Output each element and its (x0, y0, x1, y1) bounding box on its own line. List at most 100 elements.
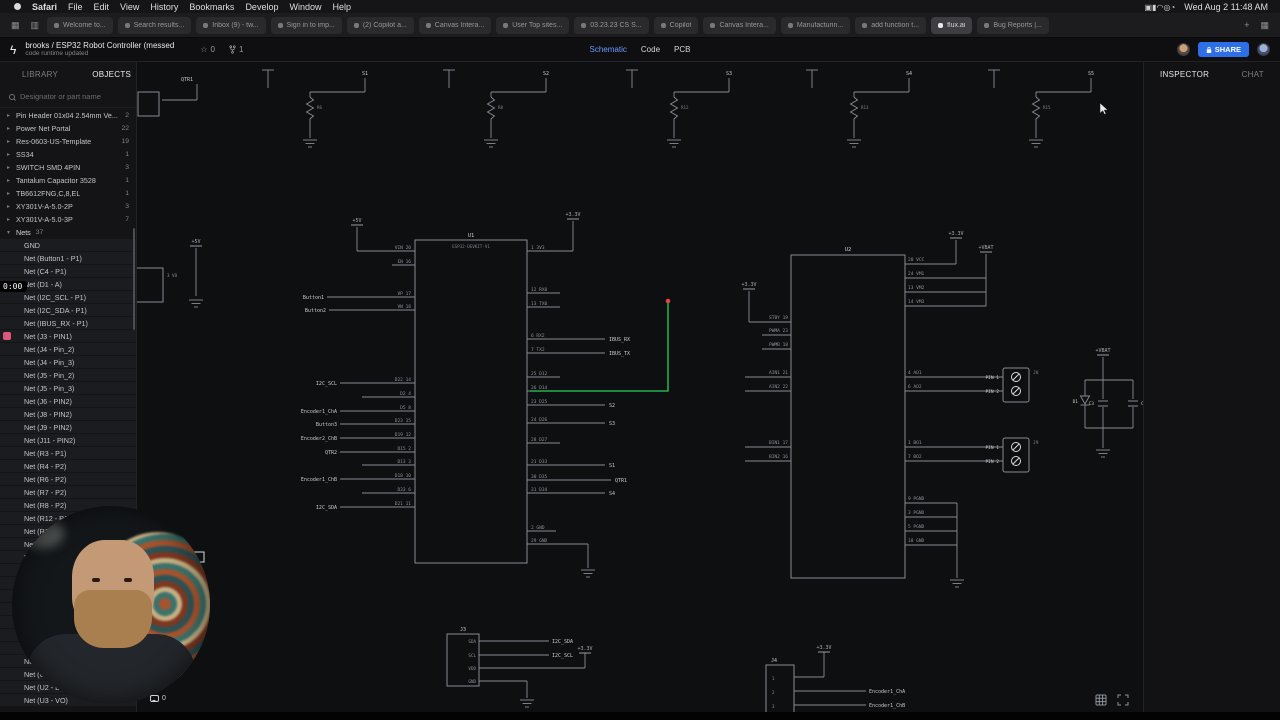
svg-text:2 GND: 2 GND (531, 525, 545, 531)
favicon (710, 22, 716, 28)
tab-inspector[interactable]: INSPECTOR (1160, 70, 1209, 79)
tab-objects[interactable]: OBJECTS (92, 70, 131, 79)
user-avatar[interactable] (1257, 43, 1270, 56)
view-tab-pcb[interactable]: PCB (674, 45, 690, 54)
object-row[interactable]: ▸ Pin Header 01x04 2.54mm Ve... 2 (0, 109, 136, 122)
canvas-tools (1095, 694, 1129, 706)
sidebar-scrollbar[interactable] (133, 228, 135, 330)
browser-tab[interactable]: Sign in to imp... (270, 16, 342, 34)
menu-item-develop[interactable]: Develop (245, 2, 278, 12)
menu-item-safari[interactable]: Safari (32, 2, 57, 12)
object-row[interactable]: ▸ SWITCH SMD 4PIN 3 (0, 161, 136, 174)
project-title[interactable]: brooks / ESP32 Robot Controller (messed (25, 41, 174, 50)
net-row[interactable]: Net (J4 - Pin_2) (0, 343, 136, 355)
browser-tab[interactable]: add function t... (855, 16, 927, 34)
svg-text:S2: S2 (609, 403, 615, 409)
browser-tab[interactable]: Canvas Intera... (418, 16, 492, 34)
net-row[interactable]: Net (J3 - PIN1) (0, 330, 136, 342)
favicon (353, 22, 359, 28)
svg-text:18 GND: 18 GND (908, 538, 925, 544)
svg-text:12 RX0: 12 RX0 (531, 287, 548, 293)
fork-stat[interactable]: 1 (229, 45, 243, 54)
menu-item-help[interactable]: Help (332, 2, 351, 12)
browser-tab[interactable]: Welcome to... (47, 16, 113, 34)
browser-tab[interactable]: Copilot (653, 16, 699, 34)
object-row[interactable]: ▸ XY301V-A-5.0-3P 7 (0, 213, 136, 226)
browser-tab[interactable]: Manufacturin... (780, 16, 851, 34)
bottom-bar (0, 712, 1280, 720)
svg-text:VN 18: VN 18 (397, 304, 411, 310)
flux-logo-icon[interactable]: ϟ (10, 43, 16, 57)
svg-text:24 VM1: 24 VM1 (908, 271, 925, 277)
object-row[interactable]: ▸ Power Net Portal 22 (0, 122, 136, 135)
net-row[interactable]: Net (I2C_SCL - P1) (0, 291, 136, 303)
menu-item-history[interactable]: History (150, 2, 178, 12)
net-row[interactable]: Net (J5 - Pin_2) (0, 369, 136, 381)
browser-tab[interactable]: flux.ai (931, 16, 973, 34)
object-row[interactable]: ▸ Res-0603-US-Template 19 (0, 135, 136, 148)
object-row[interactable]: ▸ TB6612FNG,C,8,EL 1 (0, 187, 136, 200)
net-row[interactable]: Net (IBUS_RX - P1) (0, 317, 136, 329)
browser-tab[interactable]: Canvas Intera... (703, 16, 776, 34)
menu-item-bookmarks[interactable]: Bookmarks (189, 2, 234, 12)
svg-text:5 PGND: 5 PGND (908, 524, 925, 530)
net-row[interactable]: Net (R6 - P2) (0, 473, 136, 485)
svg-text:30 D35: 30 D35 (531, 474, 548, 480)
browser-tab[interactable]: Search results... (117, 16, 192, 34)
chat-count-badge[interactable]: 0 (150, 695, 166, 702)
svg-text:SCL: SCL (468, 653, 476, 658)
search-input[interactable] (20, 92, 127, 101)
browser-tab[interactable]: (2) Copilot a... (346, 16, 414, 34)
net-row[interactable]: Net (J6 - PIN2) (0, 395, 136, 407)
display-icon[interactable]: ▣ (1144, 3, 1152, 12)
breadcrumb[interactable]: brooks / ESP32 Robot Controller (messed … (25, 41, 174, 58)
tab-library[interactable]: LIBRARY (22, 70, 58, 79)
apple-menu-icon[interactable] (14, 3, 21, 10)
collaborator-avatar[interactable] (1176, 43, 1190, 56)
share-button[interactable]: SHARE (1197, 42, 1249, 57)
net-row[interactable]: Net (J4 - Pin_3) (0, 356, 136, 368)
browser-tab[interactable]: Inbox (9) - tw... (196, 16, 266, 34)
net-row[interactable]: Net (R3 - P1) (0, 447, 136, 459)
star-stat[interactable]: ☆ 0 (200, 45, 215, 54)
net-row[interactable]: Net (J8 - PIN2) (0, 408, 136, 420)
svg-text:S3: S3 (609, 421, 615, 427)
net-row[interactable]: Net (C4 - P1) (0, 265, 136, 277)
net-row[interactable]: GND (0, 239, 136, 251)
recording-timer: 0:00 (0, 281, 28, 292)
menu-item-file[interactable]: File (68, 2, 83, 12)
grid-view-icon[interactable] (1095, 694, 1107, 706)
schematic[interactable]: +5V +5V +3.3V +3.3V +3.3V +VBAT +VBAT +3.3V +3.3… (128, 62, 1147, 716)
sidebar-icon[interactable]: ▥ (28, 20, 43, 31)
tab-chat[interactable]: CHAT (1242, 70, 1264, 79)
object-row[interactable]: ▸ Tantalum Capacitor 3528 1 (0, 174, 136, 187)
favicon (203, 22, 209, 28)
tab-grid-icon[interactable]: ▦ (1257, 20, 1272, 31)
net-row[interactable]: Net (R4 - P2) (0, 460, 136, 472)
view-tab-code[interactable]: Code (641, 45, 660, 54)
browser-tab[interactable]: User Top sites... (496, 16, 570, 34)
net-row[interactable]: Net (J9 - PIN2) (0, 421, 136, 433)
net-row[interactable]: Net (I2C_SDA - P1) (0, 304, 136, 316)
nets-header[interactable]: ▾ Nets 37 (0, 226, 136, 239)
net-row[interactable]: Net (J5 - Pin_3) (0, 382, 136, 394)
svg-text:QTR2: QTR2 (325, 450, 337, 456)
tab-overview-icon[interactable]: ▦ (8, 20, 23, 31)
menu-item-window[interactable]: Window (289, 2, 321, 12)
browser-tab[interactable]: Bug Reports |... (977, 16, 1049, 34)
browser-tab[interactable]: 03.23.23 CS S... (574, 16, 649, 34)
chevron-right-icon: ▸ (7, 126, 11, 132)
net-row[interactable]: Net (R7 - P2) (0, 486, 136, 498)
fullscreen-icon[interactable] (1117, 694, 1129, 706)
control-center-icon[interactable]: ◔ (1170, 3, 1175, 12)
net-row[interactable]: Net (J11 - PIN2) (0, 434, 136, 446)
object-row[interactable]: ▸ SS34 1 (0, 148, 136, 161)
menu-item-edit[interactable]: Edit (94, 2, 110, 12)
svg-text:13 TX0: 13 TX0 (531, 301, 548, 307)
object-row[interactable]: ▸ XY301V-A-5.0-2P 3 (0, 200, 136, 213)
menu-clock[interactable]: Wed Aug 2 11:48 AM (1184, 2, 1268, 12)
net-row[interactable]: Net (Button1 - P1) (0, 252, 136, 264)
add-tab-icon[interactable]: + (1241, 20, 1252, 30)
view-tab-schematic[interactable]: Schematic (590, 45, 627, 54)
menu-item-view[interactable]: View (120, 2, 139, 12)
